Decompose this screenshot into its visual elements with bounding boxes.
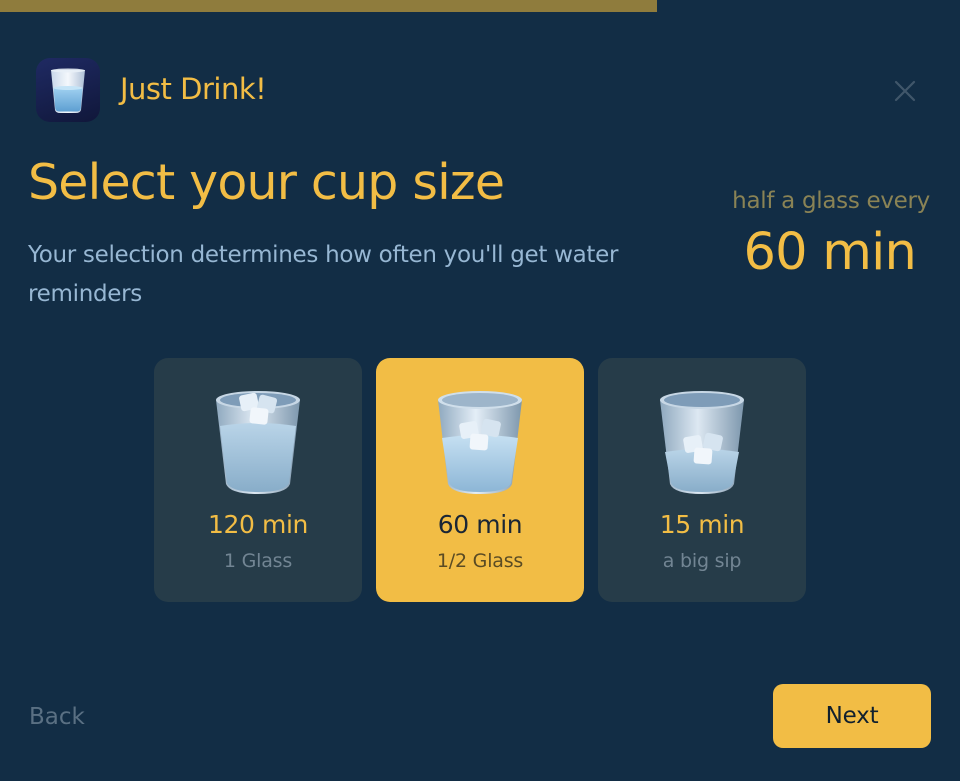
cup-time: 120 min bbox=[207, 510, 308, 539]
cup-option-15-min[interactable]: 15 min a big sip bbox=[598, 358, 806, 602]
cup-option-120-min[interactable]: 120 min 1 Glass bbox=[154, 358, 362, 602]
cup-time: 15 min bbox=[659, 510, 745, 539]
app-logo bbox=[36, 58, 100, 122]
glass-of-water-icon bbox=[660, 391, 744, 494]
cup-description: 1 Glass bbox=[223, 550, 293, 572]
cup-description: a big sip bbox=[662, 550, 742, 572]
reminder-frequency-label: half a glass every bbox=[732, 188, 930, 214]
page-subtitle: Your selection determines how often you'… bbox=[28, 242, 619, 307]
back-button[interactable]: Back bbox=[29, 704, 85, 730]
reminder-frequency-value: 60 min bbox=[743, 223, 917, 282]
app-name: Just Drink! bbox=[120, 72, 267, 106]
cup-time: 60 min bbox=[437, 510, 523, 539]
close-icon bbox=[894, 80, 916, 102]
progress-bar bbox=[0, 0, 960, 12]
cup-option-60-min[interactable]: 60 min 1/2 Glass bbox=[376, 358, 584, 602]
close-button[interactable] bbox=[888, 74, 922, 108]
glass-of-water-icon bbox=[438, 391, 522, 494]
progress-bar-fill bbox=[0, 0, 657, 12]
page-title: Select your cup size bbox=[28, 154, 505, 211]
cup-description: 1/2 Glass bbox=[436, 550, 524, 572]
cup-size-options: 120 min 1 Glass 60 min 1/2 Glass 15 min … bbox=[154, 358, 806, 602]
next-button[interactable]: Next bbox=[773, 684, 931, 748]
glass-of-water-icon bbox=[51, 68, 85, 113]
glass-of-water-icon bbox=[216, 391, 300, 494]
